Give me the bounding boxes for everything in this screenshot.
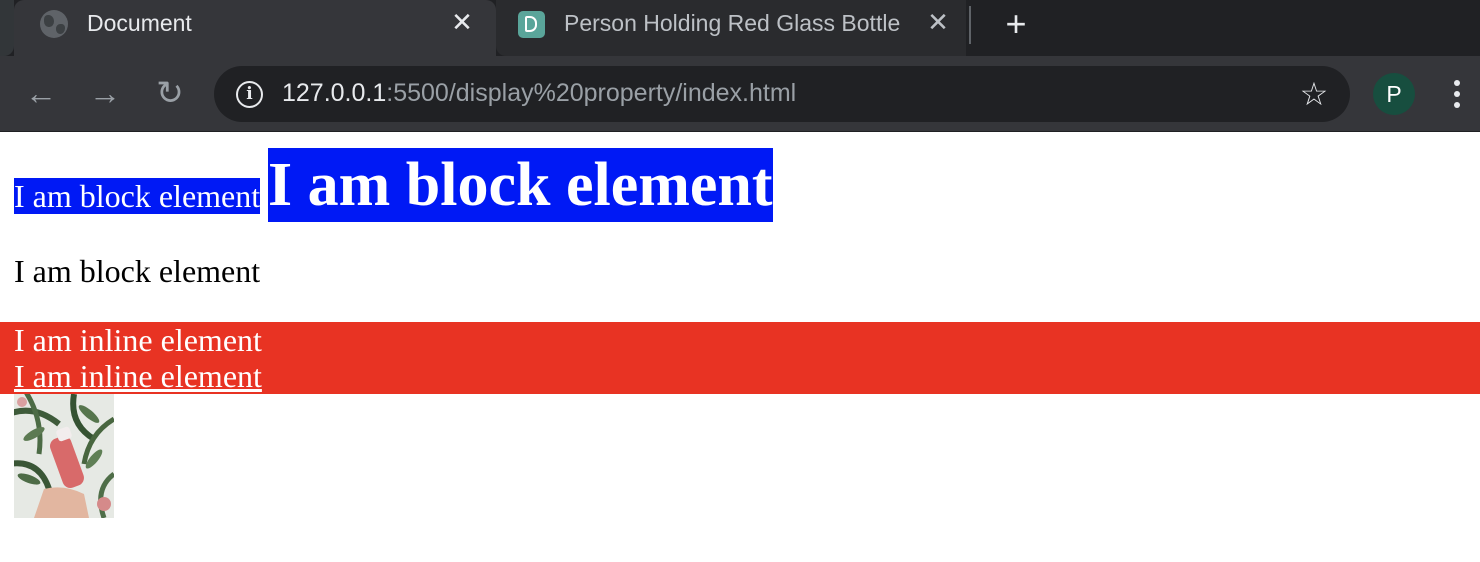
plain-text-block: I am block element <box>14 253 261 289</box>
tab-title: Person Holding Red Glass Bottle <box>564 10 901 36</box>
url-path: :5500/display%20property/index.html <box>386 79 797 107</box>
reload-icon[interactable]: ↻ <box>151 74 189 112</box>
close-tab-icon[interactable]: ✕ <box>448 8 476 36</box>
back-arrow-icon[interactable]: ← <box>22 74 60 112</box>
bookmark-star-icon[interactable]: ☆ <box>1296 76 1332 112</box>
forward-arrow-icon[interactable]: → <box>86 74 124 112</box>
tab-strip: Document ✕ Person Holding Red Glass Bott… <box>0 0 1480 56</box>
url-text[interactable]: 127.0.0.1:5500/display%20property/index.… <box>282 79 796 108</box>
blue-text-small: I am block element <box>14 178 261 214</box>
red-text-link[interactable]: I am inline element <box>14 358 262 394</box>
profile-avatar[interactable]: P <box>1373 73 1415 115</box>
tab-strip-edge <box>0 0 14 56</box>
browser-toolbar: ← → ↻ i 127.0.0.1:5500/display%20propert… <box>0 56 1480 132</box>
red-banner: I am inline element I am inline element <box>0 322 1480 394</box>
tab-person-holding-bottle[interactable]: Person Holding Red Glass Bottle ✕ <box>496 0 966 56</box>
close-tab-icon[interactable]: ✕ <box>924 8 952 36</box>
more-menu-icon[interactable] <box>1446 74 1468 114</box>
red-text-line: I am inline element <box>14 322 262 358</box>
page-content: I am block element I am block element I … <box>0 133 1480 562</box>
bottle-photo <box>14 394 114 518</box>
new-tab-button[interactable]: + <box>997 6 1035 44</box>
bottle-photo-graphic <box>14 394 114 518</box>
site-info-icon[interactable]: i <box>236 81 263 108</box>
globe-icon <box>40 10 68 38</box>
pexels-icon <box>518 11 545 38</box>
url-host: 127.0.0.1 <box>282 79 387 107</box>
tab-document[interactable]: Document ✕ <box>14 0 496 56</box>
address-bar[interactable]: i 127.0.0.1:5500/display%20property/inde… <box>214 66 1350 122</box>
blue-heading: I am block element <box>268 148 773 222</box>
tab-divider <box>969 6 971 44</box>
tab-title: Document <box>87 10 192 36</box>
